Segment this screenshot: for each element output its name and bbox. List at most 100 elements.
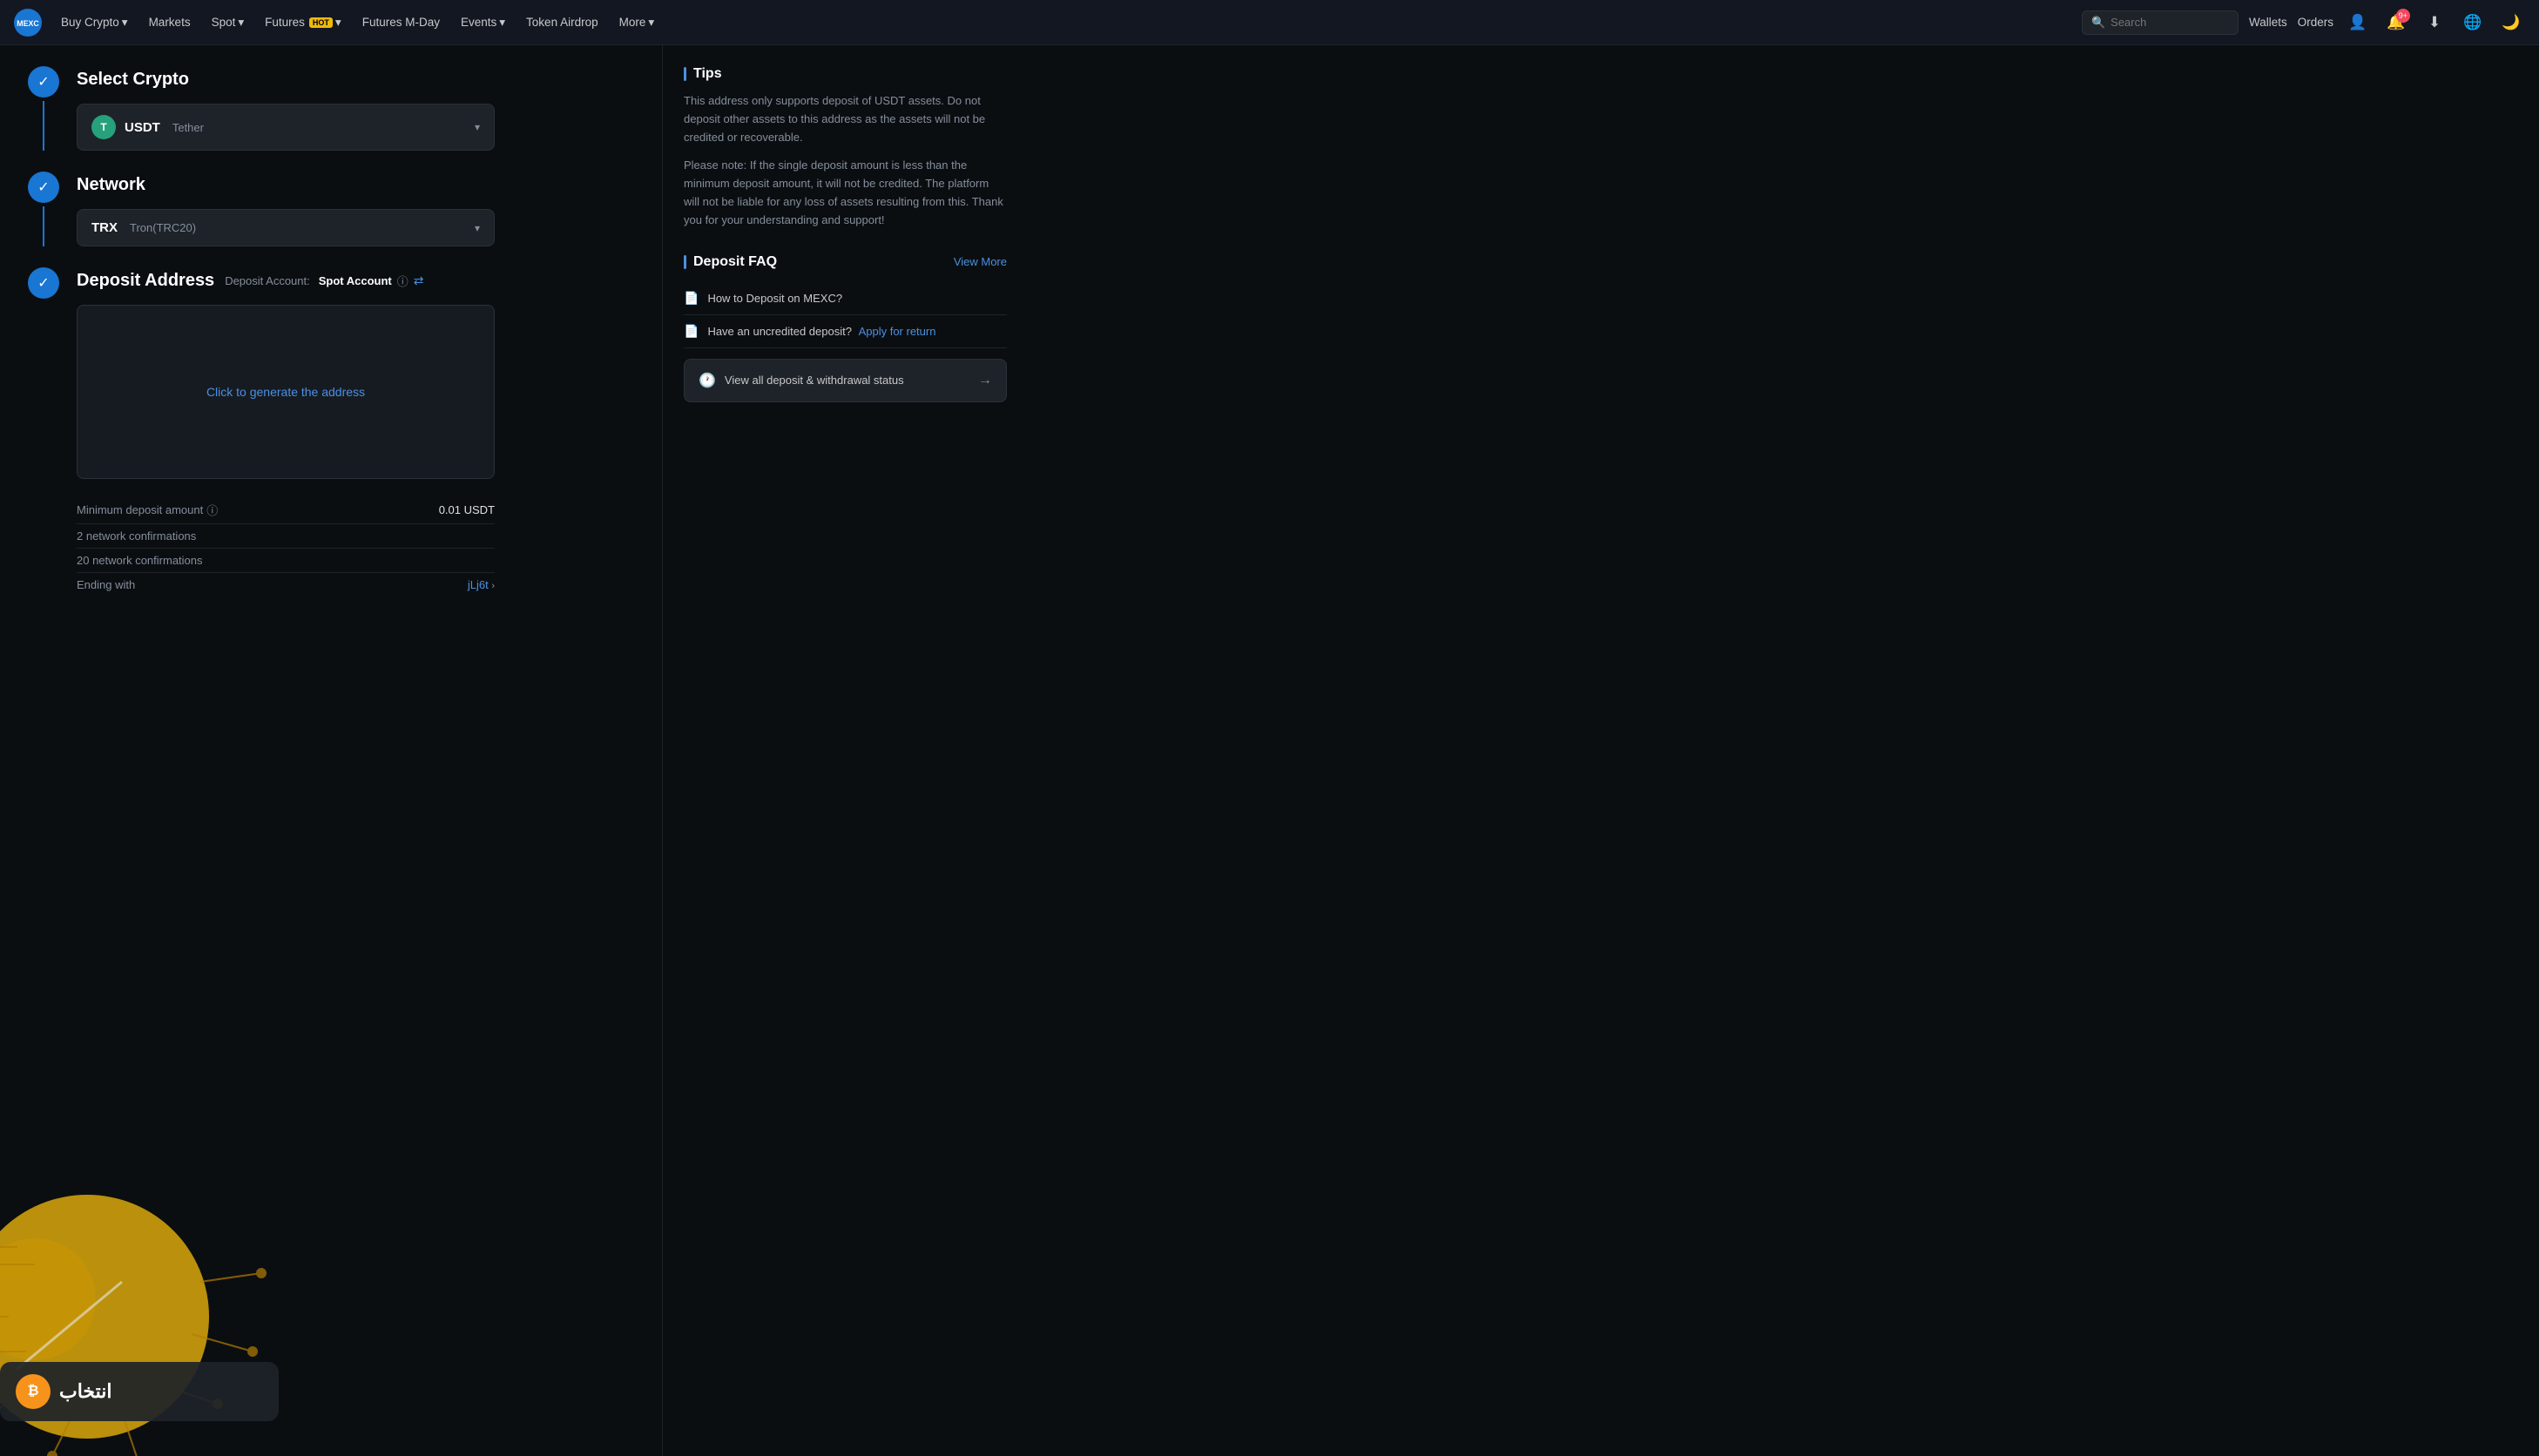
info-row-ending: Ending with jLj6t › xyxy=(77,573,495,597)
step2-title: Network xyxy=(77,175,634,195)
step-network: ✓ Network TRX Tron(TRC20) ▾ xyxy=(28,172,634,246)
globe-icon: 🌐 xyxy=(2463,14,2482,31)
step2-indicator: ✓ xyxy=(28,172,59,246)
crypto-select-left: T USDT Tether xyxy=(91,115,204,139)
profile-icon-btn[interactable]: 👤 xyxy=(2344,9,2372,37)
step2-line xyxy=(43,206,44,246)
clock-icon: 🕐 xyxy=(699,372,716,389)
watermark-box: ₿ انتخاب xyxy=(0,1362,279,1421)
deposit-withdrawal-status-btn[interactable]: 🕐 View all deposit & withdrawal status → xyxy=(684,359,1007,402)
info-row-network-confirm1: 2 network confirmations xyxy=(77,524,495,549)
person-icon: 👤 xyxy=(2348,14,2367,31)
info-label-ending: Ending with xyxy=(77,578,135,591)
search-icon: 🔍 xyxy=(2091,16,2105,30)
step3-content: Deposit Address Deposit Account: Spot Ac… xyxy=(77,267,634,597)
nav-item-token-airdrop[interactable]: Token Airdrop xyxy=(517,10,607,34)
step3-circle: ✓ xyxy=(28,267,59,299)
generate-address-link[interactable]: Click to generate the address xyxy=(206,385,365,399)
nav-item-more[interactable]: More ▾ xyxy=(611,10,664,35)
deposit-account-swap-icon[interactable]: ⇄ xyxy=(414,273,424,288)
info-value-ending: jLj6t › xyxy=(468,578,495,591)
step1-line xyxy=(43,101,44,151)
address-box[interactable]: Click to generate the address xyxy=(77,305,495,479)
nav-right-section: Wallets Orders 👤 🔔 9+ ⬇ 🌐 🌙 xyxy=(2249,9,2525,37)
nav-item-spot[interactable]: Spot ▾ xyxy=(203,10,253,35)
crypto-select-arrow: ▾ xyxy=(475,121,480,133)
deposit-address-title: Deposit Address xyxy=(77,271,214,291)
status-btn-arrow-icon: → xyxy=(978,373,992,388)
download-icon-btn[interactable]: ⬇ xyxy=(2421,9,2448,37)
crypto-symbol: USDT xyxy=(125,120,160,135)
info-value-minimum: 0.01 USDT xyxy=(439,503,495,516)
info-row-network-confirm2: 20 network confirmations xyxy=(77,549,495,573)
language-icon-btn[interactable]: 🌐 xyxy=(2459,9,2487,37)
nav-item-markets[interactable]: Markets xyxy=(140,10,199,34)
usdt-coin-icon: T xyxy=(91,115,116,139)
wallets-link[interactable]: Wallets xyxy=(2249,16,2287,29)
notification-badge: 9+ xyxy=(2396,9,2410,23)
nav-item-futures-mday[interactable]: Futures M-Day xyxy=(354,10,449,34)
tips-paragraph-2: Please note: If the single deposit amoun… xyxy=(684,157,1007,229)
watermark-overlay: ₿ انتخاب xyxy=(0,1362,279,1421)
nav-logo[interactable]: MEXC xyxy=(14,9,42,37)
network-select-dropdown[interactable]: TRX Tron(TRC20) ▾ xyxy=(77,209,495,246)
crypto-name: Tether xyxy=(172,121,204,134)
left-panel: ₿ انتخاب ✓ Select Crypto T USDT Tether ▾ xyxy=(0,45,662,1456)
deposit-address-header: Deposit Address Deposit Account: Spot Ac… xyxy=(77,271,634,291)
deposit-account-info: Deposit Account: Spot Account ⓘ ⇄ xyxy=(225,273,423,289)
search-input[interactable] xyxy=(2110,16,2229,29)
step2-circle: ✓ xyxy=(28,172,59,203)
faq-text-2: Have an uncredited deposit? Apply for re… xyxy=(707,325,935,338)
ending-address-link[interactable]: jLj6t xyxy=(468,578,489,591)
deposit-account-value: Spot Account xyxy=(319,274,392,287)
step3-indicator: ✓ xyxy=(28,267,59,597)
faq-item-uncredited[interactable]: 📄 Have an uncredited deposit? Apply for … xyxy=(684,315,1007,348)
faq-item-how-to-deposit[interactable]: 📄 How to Deposit on MEXC? xyxy=(684,282,1007,315)
network-select-arrow: ▾ xyxy=(475,222,480,234)
network-select-left: TRX Tron(TRC20) xyxy=(91,220,196,235)
step2-content: Network TRX Tron(TRC20) ▾ xyxy=(77,172,634,246)
download-icon: ⬇ xyxy=(2428,14,2441,31)
nav-item-futures[interactable]: Futures HOT ▾ xyxy=(256,10,350,35)
nav-item-buy-crypto[interactable]: Buy Crypto ▾ xyxy=(52,10,137,35)
orders-link[interactable]: Orders xyxy=(2298,16,2333,29)
faq-section: Deposit FAQ View More 📄 How to Deposit o… xyxy=(684,254,1007,402)
ending-chevron-icon: › xyxy=(491,581,495,591)
navbar: MEXC Buy Crypto ▾ Markets Spot ▾ Futures… xyxy=(0,0,2539,45)
info-row-minimum: Minimum deposit amount ⓘ 0.01 USDT xyxy=(77,496,495,524)
background-decoration xyxy=(0,1143,279,1456)
mexc-logo-icon: MEXC xyxy=(14,9,42,37)
faq-doc-icon-2: 📄 xyxy=(684,324,699,339)
deposit-account-info-icon[interactable]: ⓘ xyxy=(397,273,409,289)
hot-badge: HOT xyxy=(309,17,333,28)
view-more-link[interactable]: View More xyxy=(954,255,1007,268)
status-btn-text: View all deposit & withdrawal status xyxy=(725,374,904,387)
main-layout: ₿ انتخاب ✓ Select Crypto T USDT Tether ▾ xyxy=(0,45,2539,1456)
moon-icon: 🌙 xyxy=(2502,14,2520,31)
crypto-select-dropdown[interactable]: T USDT Tether ▾ xyxy=(77,104,495,151)
info-label-network-confirm1: 2 network confirmations xyxy=(77,529,196,543)
deposit-account-label: Deposit Account: xyxy=(225,274,310,287)
tips-section: Tips This address only supports deposit … xyxy=(684,66,1007,230)
faq-doc-icon-1: 📄 xyxy=(684,291,699,306)
right-panel: Tips This address only supports deposit … xyxy=(662,45,1028,1456)
apply-return-link[interactable]: Apply for return xyxy=(859,325,936,338)
svg-text:MEXC: MEXC xyxy=(17,19,39,28)
network-symbol: TRX xyxy=(91,220,118,235)
nav-item-events[interactable]: Events ▾ xyxy=(452,10,514,35)
faq-title: Deposit FAQ xyxy=(684,254,777,270)
step-deposit-address: ✓ Deposit Address Deposit Account: Spot … xyxy=(28,267,634,597)
faq-header: Deposit FAQ View More xyxy=(684,254,1007,270)
info-label-network-confirm2: 20 network confirmations xyxy=(77,554,203,567)
watermark-text: انتخاب xyxy=(59,1380,112,1403)
notification-icon-btn[interactable]: 🔔 9+ xyxy=(2382,9,2410,37)
status-btn-left: 🕐 View all deposit & withdrawal status xyxy=(699,372,904,389)
theme-toggle-btn[interactable]: 🌙 xyxy=(2497,9,2525,37)
search-bar[interactable]: 🔍 xyxy=(2082,10,2239,35)
watermark-btc-icon: ₿ xyxy=(16,1374,51,1409)
minimum-info-icon[interactable]: ⓘ xyxy=(206,502,218,518)
step-select-crypto: ✓ Select Crypto T USDT Tether ▾ xyxy=(28,66,634,151)
step1-content: Select Crypto T USDT Tether ▾ xyxy=(77,66,634,151)
info-label-minimum: Minimum deposit amount ⓘ xyxy=(77,502,218,518)
step1-indicator: ✓ xyxy=(28,66,59,151)
